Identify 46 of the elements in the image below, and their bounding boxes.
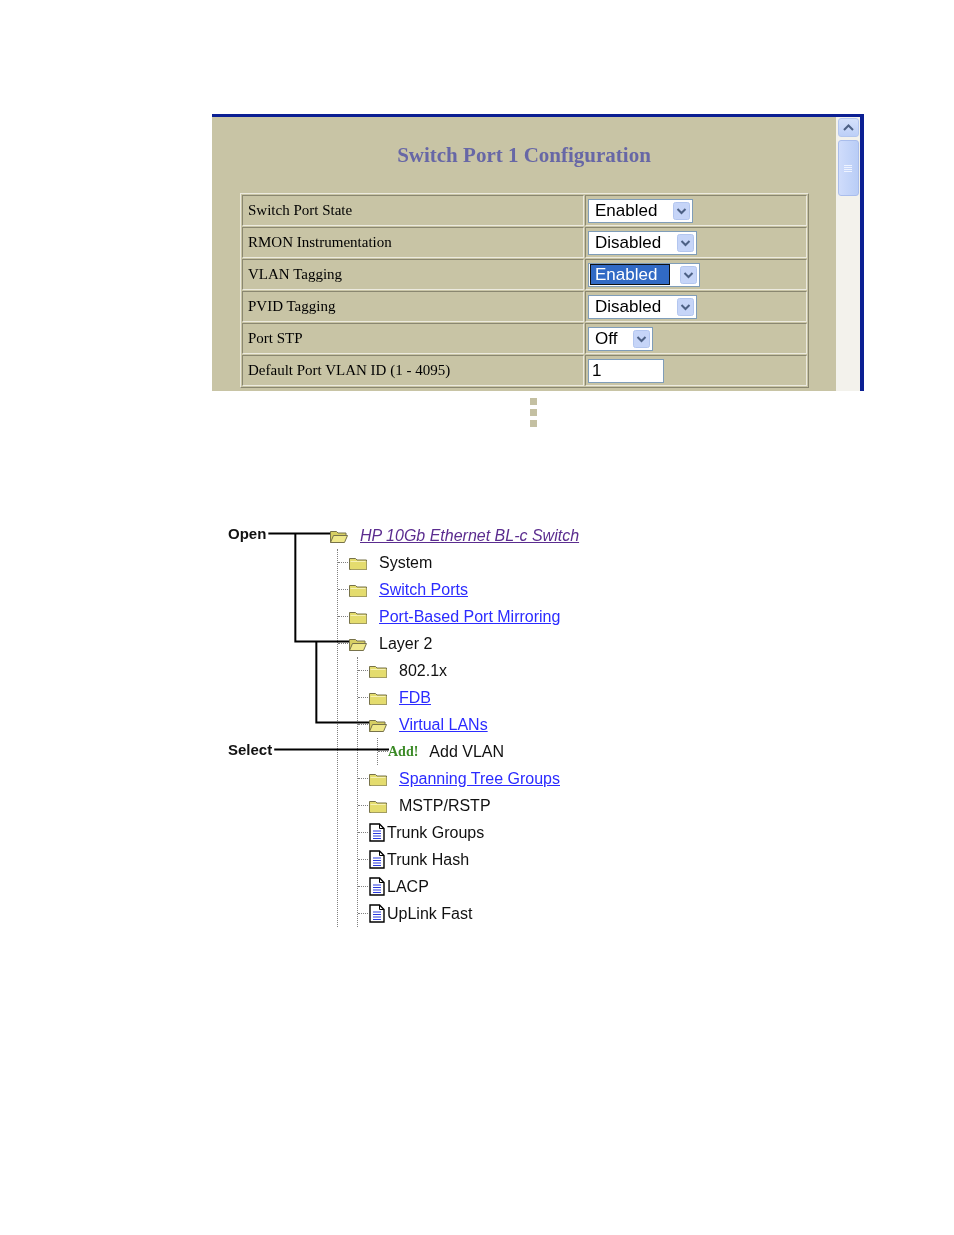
document-icon [369, 850, 385, 869]
tree-item[interactable]: UpLink Fast [387, 904, 473, 923]
tree-item[interactable]: System [379, 553, 433, 572]
tree-link[interactable]: HP 10Gb Ethernet BL-c Switch [360, 526, 580, 545]
document-icon [369, 904, 385, 923]
scrollbar[interactable] [836, 117, 860, 391]
callout-label: Open [228, 524, 267, 543]
scrollbar-thumb[interactable] [837, 140, 859, 196]
chevron-down-icon [677, 297, 695, 316]
tree-item[interactable]: Trunk Groups [387, 823, 485, 842]
field-label: RMON Instrumentation [242, 227, 584, 258]
callout-label: Select [228, 740, 273, 759]
panel-title: Switch Port 1 Configuration [396, 142, 652, 168]
tree-item[interactable]: MSTP/RSTP [399, 796, 491, 815]
field-label: Default Port VLAN ID (1 - 4095) [242, 355, 584, 386]
document-icon [369, 877, 385, 896]
grip-icon [844, 164, 852, 172]
dropdown[interactable]: Disabled [588, 294, 698, 319]
text-field[interactable]: 1 [588, 358, 664, 383]
add-label[interactable]: Add! [388, 743, 419, 760]
chevron-down-icon [673, 201, 691, 220]
tree-link[interactable]: Virtual LANs [399, 715, 488, 734]
tree-item[interactable]: 802.1x [399, 661, 448, 680]
tree-item[interactable]: Trunk Hash [387, 850, 470, 869]
tree-item[interactable]: Layer 2 [379, 634, 433, 653]
document-icon [369, 823, 385, 842]
scroll-up-button[interactable] [837, 118, 859, 137]
tree-link[interactable]: Port-Based Port Mirroring [379, 607, 561, 626]
chevron-down-icon [633, 329, 651, 348]
dropdown[interactable]: Enabled [588, 198, 694, 223]
tree-link[interactable]: Spanning Tree Groups [399, 769, 560, 788]
field-label: Port STP [242, 323, 584, 354]
tree-item[interactable]: Add VLAN [429, 742, 505, 761]
field-label: PVID Tagging [242, 291, 584, 322]
dropdown[interactable]: Enabled [588, 262, 701, 287]
tree-link[interactable]: Switch Ports [379, 580, 468, 599]
field-label: VLAN Tagging [242, 259, 584, 290]
dropdown[interactable]: Off [588, 326, 654, 351]
tree-link[interactable]: FDB [399, 688, 431, 707]
tree-item[interactable]: LACP [387, 877, 429, 896]
dropdown[interactable]: Disabled [588, 230, 698, 255]
field-label: Switch Port State [242, 195, 584, 226]
chevron-down-icon [680, 265, 698, 284]
vertical-ellipsis-icon [530, 398, 537, 428]
chevron-down-icon [677, 233, 695, 252]
chevron-up-icon [842, 124, 854, 131]
